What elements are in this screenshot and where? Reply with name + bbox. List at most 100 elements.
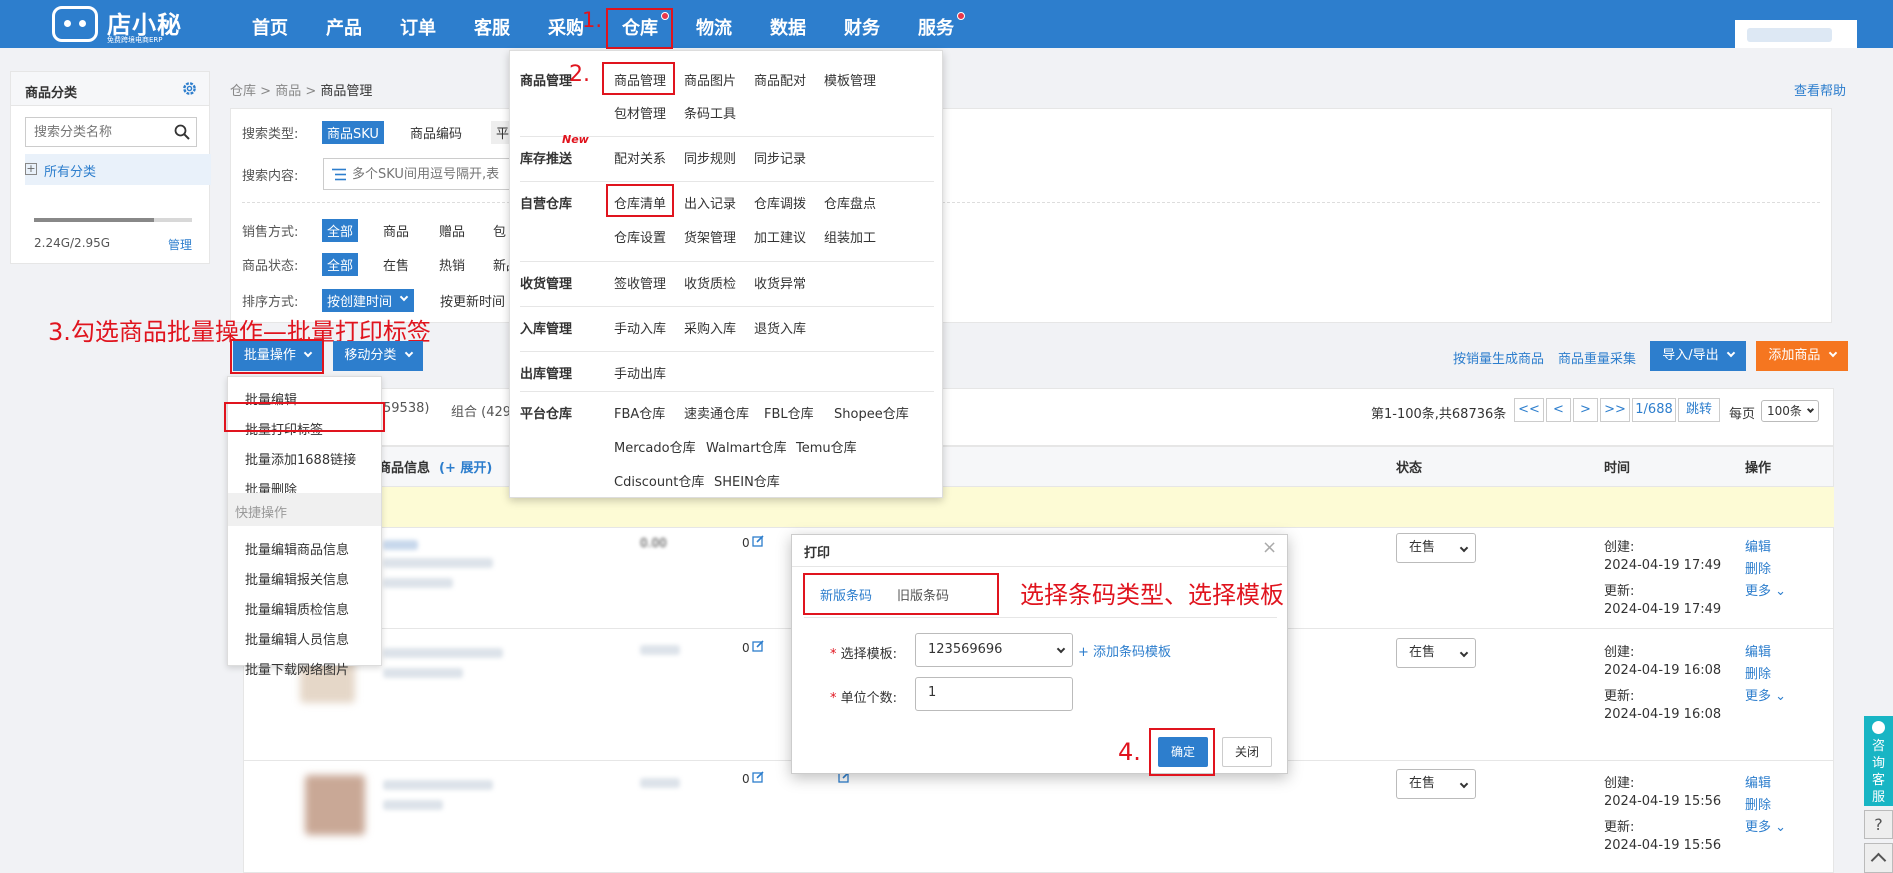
menu-sync-rules[interactable]: 同步规则	[684, 148, 736, 167]
page-jump[interactable]: 跳转	[1678, 398, 1720, 422]
breadcrumb-products[interactable]: 商品	[275, 84, 301, 99]
menu-template-mgmt[interactable]: 模板管理	[824, 70, 876, 89]
menu-stocktaking[interactable]: 仓库盘点	[824, 193, 876, 212]
row1-delete-link[interactable]: 删除	[1745, 558, 1771, 577]
edit-pencil-icon[interactable]	[752, 640, 764, 656]
row3-more-link[interactable]: 更多 ⌄	[1745, 816, 1786, 835]
menu-manual-inbound[interactable]: 手动入库	[614, 318, 666, 337]
batch-edit-staff-info[interactable]: 批量编辑人员信息	[245, 629, 349, 648]
gen-by-sales-link[interactable]: 按销量生成商品	[1453, 348, 1544, 367]
sale-mode-all[interactable]: 全部	[322, 219, 359, 242]
menu-product-images[interactable]: 商品图片	[684, 70, 736, 89]
add-template-link[interactable]: + 添加条码模板	[1078, 641, 1171, 660]
search-icon[interactable]	[174, 124, 190, 144]
move-category-button[interactable]: 移动分类	[333, 341, 423, 371]
import-export-button[interactable]: 导入/导出	[1650, 341, 1746, 371]
page-last[interactable]: >>	[1600, 398, 1630, 422]
batch-download-images[interactable]: 批量下载网络图片	[245, 659, 349, 678]
menu-purchase-inbound[interactable]: 采购入库	[684, 318, 736, 337]
status-onsale[interactable]: 在售	[383, 255, 409, 274]
row3-edit-link[interactable]: 编辑	[1745, 772, 1771, 791]
menu-fba-warehouse[interactable]: FBA仓库	[614, 403, 665, 422]
template-select[interactable]: 123569696	[915, 633, 1073, 667]
menu-barcode-tools[interactable]: 条码工具	[684, 103, 736, 122]
menu-temu-warehouse[interactable]: Temu仓库	[796, 437, 857, 456]
menu-shein-warehouse[interactable]: SHEIN仓库	[714, 471, 780, 490]
row2-more-link[interactable]: 更多 ⌄	[1745, 685, 1786, 704]
menu-sign-mgmt[interactable]: 签收管理	[614, 273, 666, 292]
nav-finance[interactable]: 财务	[842, 0, 882, 48]
menu-processing-advice[interactable]: 加工建议	[754, 227, 806, 246]
expand-link[interactable]: (+ 展开)	[439, 457, 492, 476]
close-icon[interactable]: ×	[1262, 537, 1277, 558]
close-button[interactable]: 关闭	[1222, 737, 1272, 767]
menu-receiving-exception[interactable]: 收货异常	[754, 273, 806, 292]
gear-icon[interactable]	[182, 81, 197, 96]
row1-edit-link[interactable]: 编辑	[1745, 536, 1771, 555]
edit-pencil-icon[interactable]	[752, 535, 764, 551]
nav-services[interactable]: 服务	[916, 0, 956, 48]
menu-assembly[interactable]: 组装加工	[824, 227, 876, 246]
sale-mode-product[interactable]: 商品	[383, 221, 409, 240]
user-account[interactable]	[1735, 20, 1857, 48]
menu-walmart-warehouse[interactable]: Walmart仓库	[706, 437, 787, 456]
status-all[interactable]: 全部	[322, 253, 359, 276]
batch-edit-qc-info[interactable]: 批量编辑质检信息	[245, 599, 349, 618]
nav-products[interactable]: 产品	[324, 0, 364, 48]
nav-data[interactable]: 数据	[768, 0, 808, 48]
row3-status-select[interactable]: 在售	[1396, 769, 1476, 799]
consult-service-button[interactable]: 咨询客服	[1864, 716, 1893, 806]
menu-receiving-qc[interactable]: 收货质检	[684, 273, 736, 292]
row2-edit-link[interactable]: 编辑	[1745, 641, 1771, 660]
batch-edit-product-info[interactable]: 批量编辑商品信息	[245, 539, 349, 558]
category-item-all[interactable]: + 所有分类	[25, 154, 211, 185]
menu-product-pairing[interactable]: 商品配对	[754, 70, 806, 89]
menu-cdiscount-warehouse[interactable]: Cdiscount仓库	[614, 471, 704, 490]
menu-fbl-warehouse[interactable]: FBL仓库	[764, 403, 814, 422]
menu-warehouse-settings[interactable]: 仓库设置	[614, 227, 666, 246]
search-type-sku[interactable]: 商品SKU	[322, 121, 384, 144]
category-search-box[interactable]	[25, 117, 197, 147]
nav-orders[interactable]: 订单	[398, 0, 438, 48]
menu-sync-records[interactable]: 同步记录	[754, 148, 806, 167]
search-type-code[interactable]: 商品编码	[410, 123, 462, 142]
nav-home[interactable]: 首页	[250, 0, 290, 48]
batch-add-1688-link[interactable]: 批量添加1688链接	[245, 449, 356, 468]
help-question-icon[interactable]: ?	[1864, 810, 1893, 839]
storage-manage-link[interactable]: 管理	[168, 236, 192, 253]
menu-mercado-warehouse[interactable]: Mercado仓库	[614, 437, 696, 456]
batch-edit-customs-info[interactable]: 批量编辑报关信息	[245, 569, 349, 588]
unit-count-input[interactable]: 1	[915, 677, 1073, 711]
row2-delete-link[interactable]: 删除	[1745, 663, 1771, 682]
row1-status-select[interactable]: 在售	[1396, 533, 1476, 563]
breadcrumb-warehouse[interactable]: 仓库	[230, 84, 256, 99]
weight-collect-link[interactable]: 商品重量采集	[1558, 348, 1636, 367]
tab-count[interactable]: 59538)	[383, 401, 429, 416]
row3-delete-link[interactable]: 删除	[1745, 794, 1771, 813]
nav-logistics[interactable]: 物流	[694, 0, 734, 48]
sale-mode-bundle[interactable]: 包	[493, 221, 506, 240]
sort-created-button[interactable]: 按创建时间	[322, 289, 415, 312]
menu-warehouse-transfer[interactable]: 仓库调拨	[754, 193, 806, 212]
tab-combo[interactable]: 组合 (429)	[451, 401, 516, 420]
sale-mode-gift[interactable]: 赠品	[439, 221, 465, 240]
nav-service[interactable]: 客服	[472, 0, 512, 48]
menu-manual-outbound[interactable]: 手动出库	[614, 363, 666, 382]
logo[interactable]: 店小秘 免费跨境电商ERP	[52, 4, 212, 46]
menu-aliexpress-warehouse[interactable]: 速卖通仓库	[684, 403, 749, 422]
add-product-button[interactable]: 添加商品	[1756, 341, 1848, 371]
page-next[interactable]: >	[1573, 398, 1598, 422]
status-hot[interactable]: 热销	[439, 255, 465, 274]
row2-status-select[interactable]: 在售	[1396, 638, 1476, 668]
row1-more-link[interactable]: 更多 ⌄	[1745, 580, 1786, 599]
scroll-top-icon[interactable]	[1864, 843, 1893, 873]
menu-packaging-mgmt[interactable]: 包材管理	[614, 103, 666, 122]
sort-updated[interactable]: 按更新时间	[440, 291, 505, 310]
page-first[interactable]: <<	[1514, 398, 1544, 422]
menu-pair-relations[interactable]: 配对关系	[614, 148, 666, 167]
help-link[interactable]: 查看帮助	[1794, 80, 1846, 99]
page-current[interactable]: 1/688	[1632, 398, 1676, 422]
per-page-select[interactable]: 100条	[1761, 400, 1819, 422]
menu-return-inbound[interactable]: 退货入库	[754, 318, 806, 337]
edit-pencil-icon[interactable]	[752, 771, 764, 787]
